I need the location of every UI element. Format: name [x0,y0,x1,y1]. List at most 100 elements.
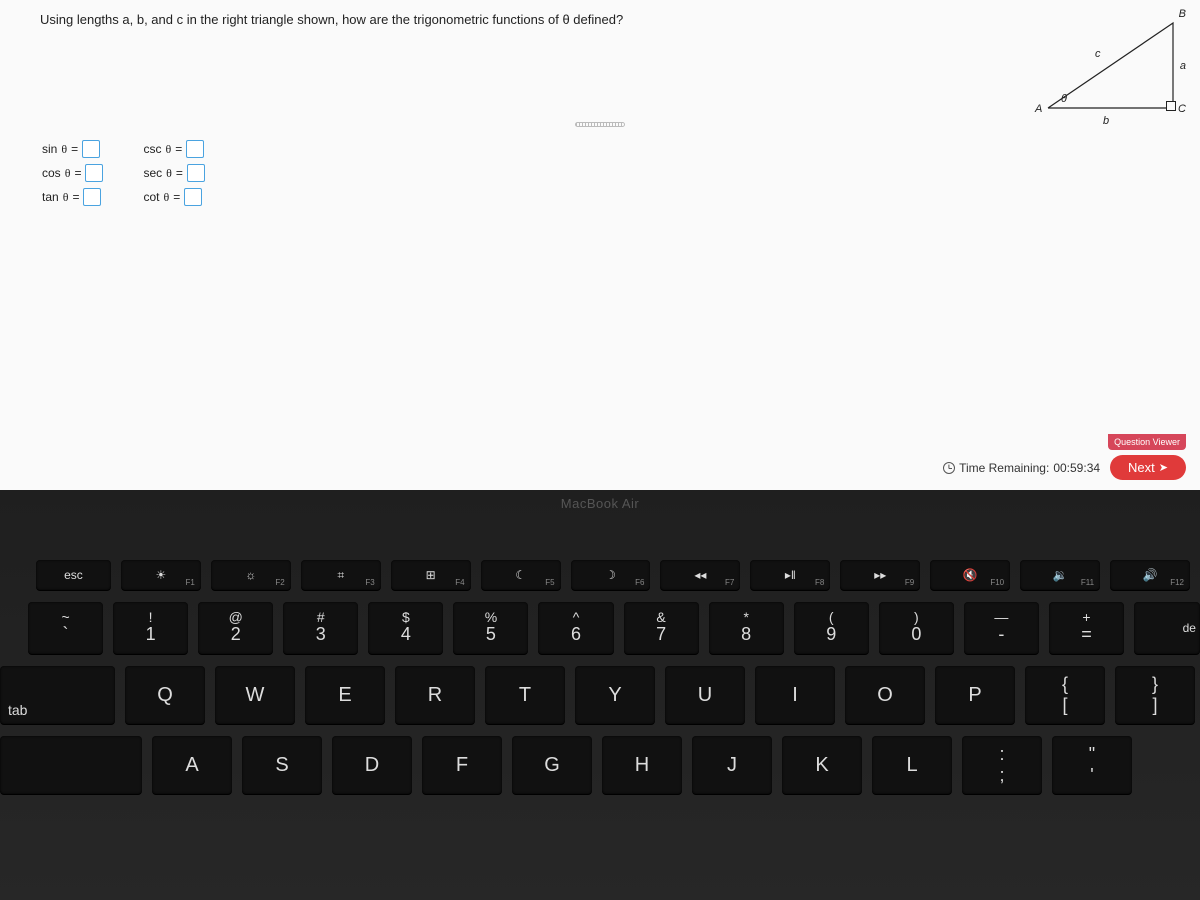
fn-symbol: ▸‖ [785,569,796,581]
key-e[interactable]: E [305,666,385,724]
key-h[interactable]: H [602,736,682,794]
caps-key[interactable] [0,736,142,794]
fn-key-f12[interactable]: 🔊F12 [1110,560,1190,590]
key-8[interactable]: *8 [709,602,784,654]
laptop-brand: MacBook Air [561,496,639,511]
key--[interactable]: —- [964,602,1039,654]
key-7[interactable]: &7 [624,602,699,654]
eq-sign: = [173,190,180,204]
key-p[interactable]: P [935,666,1015,724]
side-b-label: b [1103,115,1109,127]
arrow-icon: ➤ [1159,461,1168,474]
number-key-row: ~`!1@2#3$4%5^6&7*8(9)0—-+=de [28,602,1200,654]
key-w[interactable]: W [215,666,295,724]
fn-key-f6[interactable]: ☽F6 [571,560,651,590]
eq-sign: = [176,166,183,180]
key-f[interactable]: F [422,736,502,794]
clock-icon [943,462,955,474]
key-l[interactable]: L [872,736,952,794]
key-lower: 1 [146,624,156,646]
key-upper: % [485,610,497,624]
answer-col-1: sin θ = cos θ = tan θ = [42,140,103,206]
fn-symbol: ⊞ [426,569,436,581]
fn-label: F6 [635,578,644,587]
fn-key-f2[interactable]: ☼ F2 [211,560,291,590]
key-upper: } [1152,674,1158,695]
eq-sign: = [175,142,182,156]
fn-key-f7[interactable]: ◂◂F7 [660,560,740,590]
esc-key[interactable]: esc [36,560,111,590]
right-angle-marker [1166,101,1176,111]
fn-label: F10 [990,578,1004,587]
key-r[interactable]: R [395,666,475,724]
delete-key[interactable]: de [1134,602,1200,654]
key-d[interactable]: D [332,736,412,794]
key-`[interactable]: ~` [28,602,103,654]
fn-symbol: ◂◂ [694,569,706,581]
cot-row: cot θ = [143,188,204,206]
key-0[interactable]: )0 [879,602,954,654]
next-button[interactable]: Next ➤ [1110,455,1186,480]
key-lower: ` [63,624,69,646]
key-lower: 3 [316,624,326,646]
key-u[interactable]: U [665,666,745,724]
key-upper: ! [149,610,153,624]
eq-sign: = [74,166,81,180]
key-lower: 5 [486,624,496,646]
key-upper: @ [229,610,243,624]
key-k[interactable]: K [782,736,862,794]
key-lower: 4 [401,624,411,646]
key-lower: 8 [741,624,751,646]
key-2[interactable]: @2 [198,602,273,654]
key-y[interactable]: Y [575,666,655,724]
fn-symbol: 🔊 [1143,569,1158,581]
key-9[interactable]: (9 [794,602,869,654]
fn-key-f3[interactable]: ⌗F3 [301,560,381,590]
fn-symbol: ☾ [515,569,526,581]
fn-key-f8[interactable]: ▸‖F8 [750,560,830,590]
key-4[interactable]: $4 [368,602,443,654]
tan-row: tan θ = [42,188,103,206]
key-t[interactable]: T [485,666,565,724]
drag-handle[interactable] [575,122,625,127]
key-6[interactable]: ^6 [538,602,613,654]
cos-input[interactable] [85,164,103,182]
key-s[interactable]: S [242,736,322,794]
fn-key-f5[interactable]: ☾F5 [481,560,561,590]
key-upper: ~ [61,610,69,624]
key-g[interactable]: G [512,736,592,794]
key-5[interactable]: %5 [453,602,528,654]
fn-key-f9[interactable]: ▸▸F9 [840,560,920,590]
key-a[interactable]: A [152,736,232,794]
key-3[interactable]: #3 [283,602,358,654]
bracket-key[interactable]: }] [1115,666,1195,724]
fn-key-f10[interactable]: 🔇F10 [930,560,1010,590]
fn-key-f11[interactable]: 🔉F11 [1020,560,1100,590]
punct-key[interactable]: "' [1052,736,1132,794]
fn-key-f4[interactable]: ⊞F4 [391,560,471,590]
cot-input[interactable] [184,188,202,206]
fn-symbol: ⌗ [337,569,344,581]
fn-label: F2 [275,578,284,587]
key-1[interactable]: !1 [113,602,188,654]
key-=[interactable]: += [1049,602,1124,654]
tab-key[interactable]: tab [0,666,115,724]
qwerty-row: tabQWERTYUIOP{[}] [0,666,1200,724]
key-lower: 6 [571,624,581,646]
eq-sign: = [72,190,79,204]
bracket-key[interactable]: {[ [1025,666,1105,724]
fn-symbol: ☼ [245,569,256,581]
sec-input[interactable] [187,164,205,182]
tan-input[interactable] [83,188,101,206]
key-j[interactable]: J [692,736,772,794]
fn-key-f1[interactable]: ☀F1 [121,560,201,590]
sin-input[interactable] [82,140,100,158]
key-i[interactable]: I [755,666,835,724]
key-lower: 9 [826,624,836,646]
question-viewer-tab[interactable]: Question Viewer [1108,434,1186,450]
key-q[interactable]: Q [125,666,205,724]
punct-key[interactable]: :; [962,736,1042,794]
key-o[interactable]: O [845,666,925,724]
csc-input[interactable] [186,140,204,158]
fn-label: F11 [1081,578,1094,587]
